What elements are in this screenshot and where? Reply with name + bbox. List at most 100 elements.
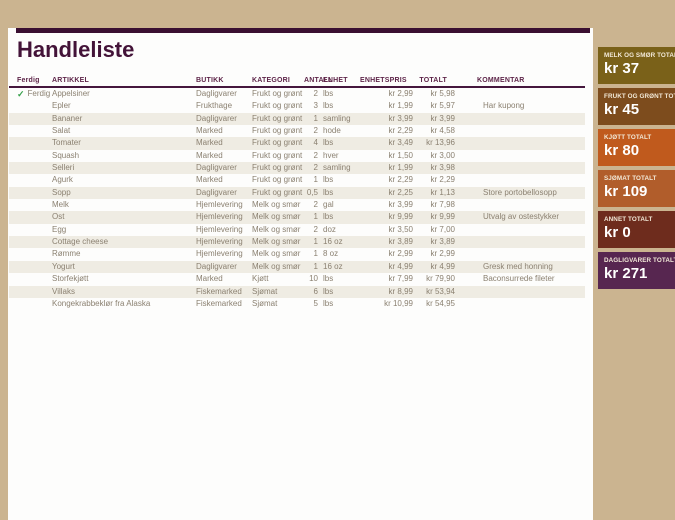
kategori-cell[interactable]: Frukt og grønt [252, 100, 304, 112]
kommentar-cell[interactable] [455, 224, 585, 236]
table-row[interactable]: Ost Hjemlevering Melk og smør 1 lbs kr 9… [9, 211, 585, 224]
ferdig-cell[interactable]: ✓ Ferdig [9, 88, 52, 100]
ferdig-cell[interactable] [9, 187, 52, 199]
butikk-cell[interactable]: Marked [196, 273, 252, 285]
enhetspris-cell[interactable]: kr 2,25 [358, 187, 413, 199]
kommentar-cell[interactable] [455, 150, 585, 162]
butikk-cell[interactable]: Hjemlevering [196, 211, 252, 223]
antall-cell[interactable]: 2 [304, 199, 318, 211]
totalt-cell[interactable]: kr 7,00 [413, 224, 455, 236]
butikk-cell[interactable]: Dagligvarer [196, 261, 252, 273]
enhet-cell[interactable]: lbs [318, 174, 358, 186]
artikkel-cell[interactable]: Epler [52, 100, 196, 112]
enhet-cell[interactable]: lbs [318, 88, 358, 100]
ferdig-cell[interactable] [9, 211, 52, 223]
butikk-cell[interactable]: Dagligvarer [196, 187, 252, 199]
totalt-cell[interactable]: kr 13,96 [413, 137, 455, 149]
ferdig-cell[interactable] [9, 113, 52, 125]
kategori-cell[interactable]: Sjømat [252, 286, 304, 298]
antall-cell[interactable]: 1 [304, 113, 318, 125]
totalt-cell[interactable]: kr 3,89 [413, 236, 455, 248]
enhet-cell[interactable]: gal [318, 199, 358, 211]
totalt-cell[interactable]: kr 2,29 [413, 174, 455, 186]
antall-cell[interactable]: 1 [304, 211, 318, 223]
ferdig-cell[interactable] [9, 236, 52, 248]
enhet-cell[interactable]: doz [318, 224, 358, 236]
totalt-cell[interactable]: kr 54,95 [413, 298, 455, 310]
ferdig-cell[interactable] [9, 174, 52, 186]
kommentar-cell[interactable] [455, 162, 585, 174]
butikk-cell[interactable]: Frukthage [196, 100, 252, 112]
enhet-cell[interactable]: lbs [318, 298, 358, 310]
enhetspris-cell[interactable]: kr 4,99 [358, 261, 413, 273]
butikk-cell[interactable]: Marked [196, 137, 252, 149]
kommentar-cell[interactable]: Utvalg av ostestykker [455, 211, 585, 223]
enhetspris-cell[interactable]: kr 7,99 [358, 273, 413, 285]
antall-cell[interactable]: 2 [304, 162, 318, 174]
artikkel-cell[interactable]: Kongekrabbeklør fra Alaska [52, 298, 196, 310]
totalt-cell[interactable]: kr 3,99 [413, 113, 455, 125]
kommentar-cell[interactable] [455, 137, 585, 149]
enhetspris-cell[interactable]: kr 2,29 [358, 125, 413, 137]
ferdig-cell[interactable] [9, 261, 52, 273]
enhet-cell[interactable]: hode [318, 125, 358, 137]
enhetspris-cell[interactable]: kr 1,99 [358, 162, 413, 174]
table-row[interactable]: Salat Marked Frukt og grønt 2 hode kr 2,… [9, 125, 585, 137]
butikk-cell[interactable]: Hjemlevering [196, 224, 252, 236]
artikkel-cell[interactable]: Rømme [52, 248, 196, 260]
ferdig-cell[interactable] [9, 286, 52, 298]
artikkel-cell[interactable]: Squash [52, 150, 196, 162]
totalt-cell[interactable]: kr 9,99 [413, 211, 455, 223]
kategori-cell[interactable]: Kjøtt [252, 273, 304, 285]
kategori-cell[interactable]: Frukt og grønt [252, 88, 304, 100]
kommentar-cell[interactable] [455, 88, 585, 100]
enhetspris-cell[interactable]: kr 2,99 [358, 248, 413, 260]
ferdig-cell[interactable] [9, 150, 52, 162]
artikkel-cell[interactable]: Tomater [52, 137, 196, 149]
enhet-cell[interactable]: lbs [318, 273, 358, 285]
enhetspris-cell[interactable]: kr 10,99 [358, 298, 413, 310]
table-row[interactable]: Agurk Marked Frukt og grønt 1 lbs kr 2,2… [9, 174, 585, 186]
kommentar-cell[interactable]: Store portobellosopp [455, 187, 585, 199]
table-row[interactable]: Squash Marked Frukt og grønt 2 hver kr 1… [9, 150, 585, 162]
kommentar-cell[interactable]: Gresk med honning [455, 261, 585, 273]
artikkel-cell[interactable]: Selleri [52, 162, 196, 174]
kommentar-cell[interactable]: Baconsurrede fileter [455, 273, 585, 285]
kommentar-cell[interactable]: Har kupong [455, 100, 585, 112]
antall-cell[interactable]: 0,5 [304, 187, 318, 199]
enhet-cell[interactable]: lbs [318, 187, 358, 199]
butikk-cell[interactable]: Fiskemarked [196, 286, 252, 298]
totalt-cell[interactable]: kr 1,13 [413, 187, 455, 199]
enhet-cell[interactable]: 16 oz [318, 236, 358, 248]
kategori-cell[interactable]: Frukt og grønt [252, 174, 304, 186]
kategori-cell[interactable]: Frukt og grønt [252, 162, 304, 174]
enhetspris-cell[interactable]: kr 9,99 [358, 211, 413, 223]
kategori-cell[interactable]: Melk og smør [252, 199, 304, 211]
antall-cell[interactable]: 4 [304, 137, 318, 149]
antall-cell[interactable]: 1 [304, 174, 318, 186]
kommentar-cell[interactable] [455, 298, 585, 310]
antall-cell[interactable]: 5 [304, 298, 318, 310]
butikk-cell[interactable]: Marked [196, 174, 252, 186]
antall-cell[interactable]: 1 [304, 248, 318, 260]
table-row[interactable]: Egg Hjemlevering Melk og smør 2 doz kr 3… [9, 224, 585, 236]
ferdig-cell[interactable] [9, 298, 52, 310]
table-row[interactable]: Kongekrabbeklør fra Alaska Fiskemarked S… [9, 298, 585, 310]
artikkel-cell[interactable]: Storfekjøtt [52, 273, 196, 285]
table-row[interactable]: Rømme Hjemlevering Melk og smør 1 8 oz k… [9, 248, 585, 260]
totalt-cell[interactable]: kr 5,97 [413, 100, 455, 112]
enhetspris-cell[interactable]: kr 3,49 [358, 137, 413, 149]
ferdig-cell[interactable] [9, 248, 52, 260]
kategori-cell[interactable]: Frukt og grønt [252, 113, 304, 125]
enhet-cell[interactable]: lbs [318, 211, 358, 223]
enhetspris-cell[interactable]: kr 2,29 [358, 174, 413, 186]
butikk-cell[interactable]: Dagligvarer [196, 88, 252, 100]
artikkel-cell[interactable]: Salat [52, 125, 196, 137]
table-row[interactable]: Tomater Marked Frukt og grønt 4 lbs kr 3… [9, 137, 585, 150]
antall-cell[interactable]: 2 [304, 125, 318, 137]
totalt-cell[interactable]: kr 4,99 [413, 261, 455, 273]
totalt-cell[interactable]: kr 5,98 [413, 88, 455, 100]
totalt-cell[interactable]: kr 3,00 [413, 150, 455, 162]
enhet-cell[interactable]: samling [318, 113, 358, 125]
totalt-cell[interactable]: kr 4,58 [413, 125, 455, 137]
